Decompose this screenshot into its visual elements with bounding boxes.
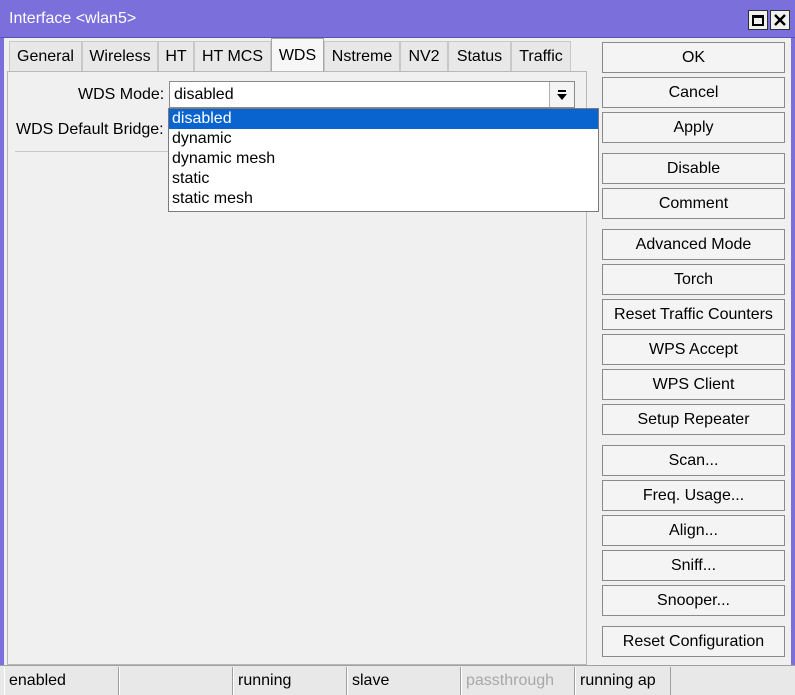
close-icon <box>774 14 786 26</box>
tab-wds[interactable]: WDS <box>271 38 324 72</box>
cancel-button[interactable]: Cancel <box>602 77 785 108</box>
tab-status[interactable]: Status <box>448 41 511 71</box>
dropdown-option-static-mesh[interactable]: static mesh <box>169 189 598 209</box>
status-passthrough: passthrough <box>461 667 575 695</box>
ok-button[interactable]: OK <box>602 42 785 73</box>
maximize-button[interactable] <box>748 10 768 30</box>
freq-usage-button[interactable]: Freq. Usage... <box>602 480 785 511</box>
tab-general[interactable]: General <box>9 41 82 71</box>
tab-label: Wireless <box>89 47 151 65</box>
status-slave: slave <box>347 667 461 695</box>
align-button[interactable]: Align... <box>602 515 785 546</box>
scan-button[interactable]: Scan... <box>602 445 785 476</box>
dropdown-option-dynamic[interactable]: dynamic <box>169 129 598 149</box>
comment-button[interactable]: Comment <box>602 188 785 219</box>
status-enabled: enabled <box>4 667 119 695</box>
tab-label: General <box>17 47 74 65</box>
reset-traffic-counters-button[interactable]: Reset Traffic Counters <box>602 299 785 330</box>
separator <box>15 151 168 152</box>
disable-button[interactable]: Disable <box>602 153 785 184</box>
tab-label: HT MCS <box>201 47 264 65</box>
tab-traffic[interactable]: Traffic <box>511 41 571 71</box>
dropdown-toggle-button[interactable] <box>549 82 574 107</box>
tab-label: Traffic <box>519 47 563 65</box>
dropdown-option-disabled[interactable]: disabled <box>169 109 598 129</box>
sniff-button[interactable]: Sniff... <box>602 550 785 581</box>
dropdown-option-dynamic-mesh[interactable]: dynamic mesh <box>169 149 598 169</box>
advanced-mode-button[interactable]: Advanced Mode <box>602 229 785 260</box>
chevron-down-icon <box>557 89 567 100</box>
tab-nv2[interactable]: NV2 <box>400 41 448 71</box>
apply-button[interactable]: Apply <box>602 112 785 143</box>
wps-client-button[interactable]: WPS Client <box>602 369 785 400</box>
tab-ht[interactable]: HT <box>158 41 194 71</box>
dropdown-option-static[interactable]: static <box>169 169 598 189</box>
tab-label: Status <box>456 47 503 65</box>
wds-mode-label: WDS Mode: <box>78 86 165 103</box>
wds-default-bridge-label: WDS Default Bridge: <box>16 121 164 138</box>
wds-mode-value: disabled <box>174 86 234 103</box>
maximize-icon <box>752 14 764 26</box>
status-empty <box>119 667 233 695</box>
status-running: running <box>233 667 347 695</box>
snooper-button[interactable]: Snooper... <box>602 585 785 616</box>
setup-repeater-button[interactable]: Setup Repeater <box>602 404 785 435</box>
status-running-ap: running ap <box>575 667 671 695</box>
window-title: Interface <wlan5> <box>9 10 137 27</box>
tab-nstreme[interactable]: Nstreme <box>324 41 400 71</box>
close-button[interactable] <box>770 10 790 30</box>
tab-label: NV2 <box>408 47 440 65</box>
tab-label: WDS <box>278 46 317 64</box>
tab-ht-mcs[interactable]: HT MCS <box>194 41 271 71</box>
tab-wireless[interactable]: Wireless <box>82 41 158 71</box>
torch-button[interactable]: Torch <box>602 264 785 295</box>
tab-label: Nstreme <box>331 47 393 65</box>
tab-label: HT <box>165 47 187 65</box>
reset-configuration-button[interactable]: Reset Configuration <box>602 626 785 657</box>
wps-accept-button[interactable]: WPS Accept <box>602 334 785 365</box>
